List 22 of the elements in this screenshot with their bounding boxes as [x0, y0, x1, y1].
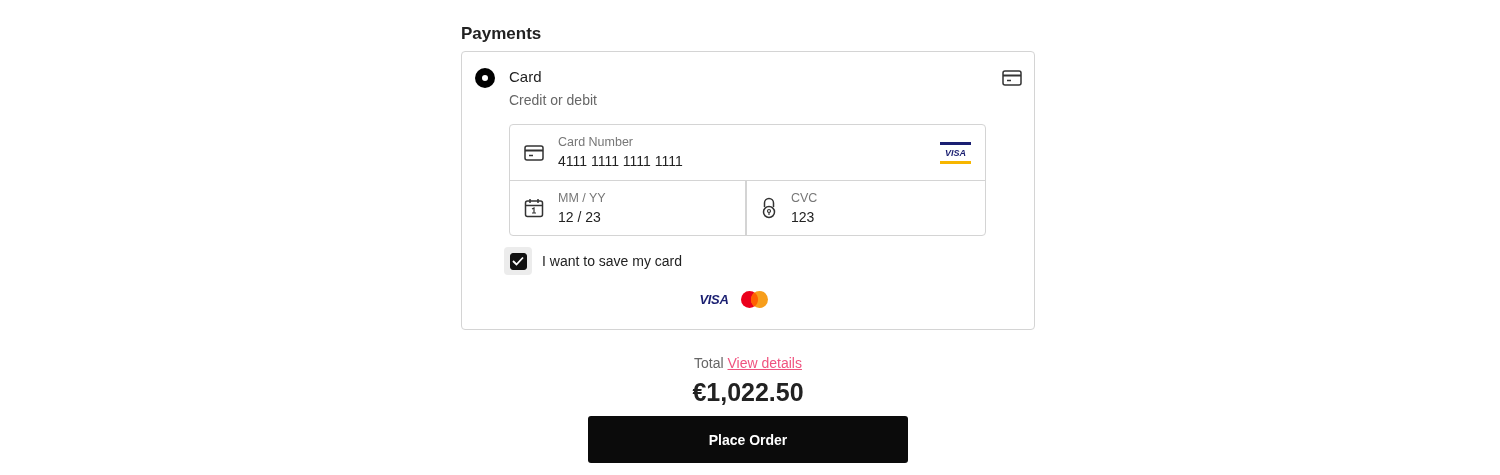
field-label: CVC [791, 189, 819, 206]
total-amount: €1,022.50 [692, 377, 804, 407]
card-number-field[interactable]: 4111 1111 1111 1111 [558, 152, 940, 171]
visa-badge: VISA [940, 141, 971, 164]
mastercard-icon [740, 291, 768, 308]
card-icon [524, 144, 544, 161]
lock-icon [761, 197, 777, 219]
cvc-field[interactable]: 123 [791, 207, 971, 227]
place-order-button[interactable]: Place Order [588, 416, 908, 463]
card-icon [1002, 70, 1022, 86]
method-description: Credit or debit [509, 91, 598, 109]
section-title: Payments [461, 24, 543, 44]
field-label: Card Number [558, 134, 635, 150]
expiry-field[interactable]: 12 / 23 [558, 207, 731, 227]
checkbox[interactable] [509, 252, 527, 270]
radio-button[interactable] [475, 68, 495, 88]
visa-logo: VISA [699, 292, 729, 307]
total-label: Total [694, 355, 724, 371]
field-label: MM / YY [558, 189, 607, 206]
save-card-label: I want to save my card [542, 253, 683, 269]
calendar-icon [524, 198, 544, 218]
method-label: Card [509, 67, 543, 87]
